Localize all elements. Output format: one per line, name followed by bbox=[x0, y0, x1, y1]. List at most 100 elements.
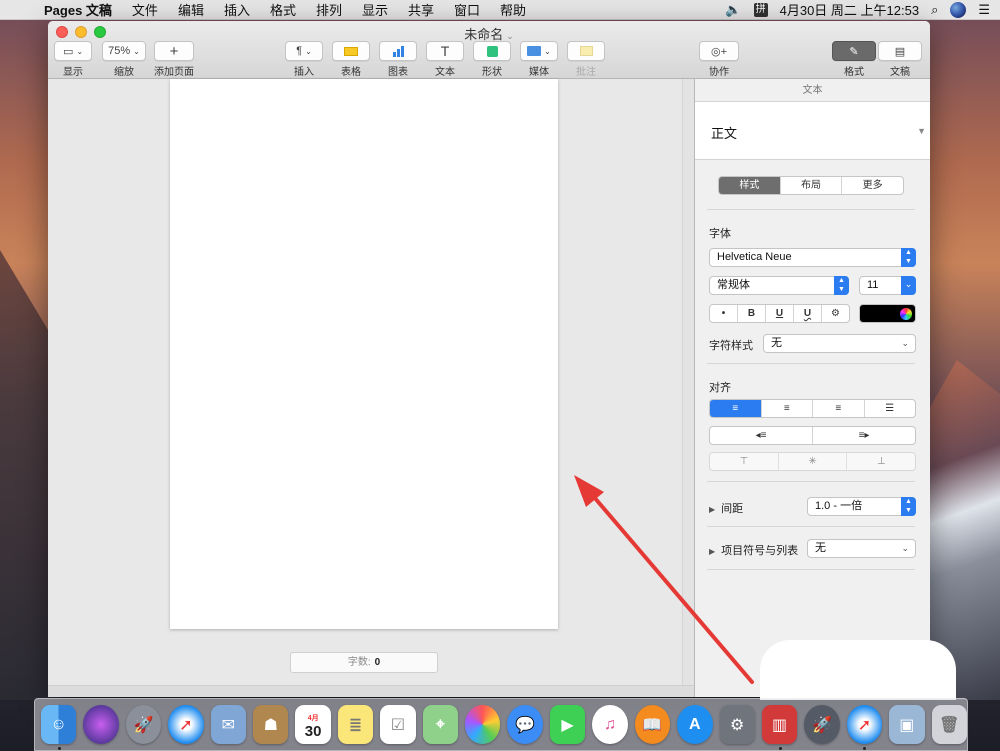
zoom-label: 缩放 bbox=[114, 67, 134, 78]
notes-icon[interactable]: ≣ bbox=[337, 705, 374, 744]
facetime-icon[interactable]: ▶ bbox=[549, 705, 586, 744]
increase-indent-icon[interactable]: ≡▸ bbox=[813, 427, 915, 444]
collaborate-button[interactable]: ◎+ bbox=[699, 41, 739, 61]
insert-button[interactable]: ¶ ⌄ bbox=[285, 41, 323, 61]
media-button[interactable]: ⌄ bbox=[520, 41, 558, 61]
spacing-select[interactable]: 1.0 - 一倍 ▲ ▼ bbox=[807, 497, 916, 516]
preview-icon[interactable]: ▣ bbox=[889, 705, 925, 744]
menu-window[interactable]: 窗口 bbox=[444, 0, 490, 19]
align-center-icon[interactable]: ≡ bbox=[762, 400, 813, 417]
gear-icon[interactable]: ⚙ bbox=[822, 305, 849, 322]
strikethrough-button[interactable]: U bbox=[794, 305, 822, 322]
tab-layout[interactable]: 布局 bbox=[781, 177, 843, 194]
plus-icon: + bbox=[169, 42, 179, 60]
menu-format[interactable]: 格式 bbox=[260, 0, 306, 19]
table-icon bbox=[344, 46, 358, 56]
font-size-field[interactable]: 11 ⌄ bbox=[859, 276, 916, 295]
volume-icon[interactable]: 🔈 bbox=[725, 2, 741, 18]
ibooks-icon[interactable]: 📖 bbox=[634, 705, 671, 744]
text-format-buttons: • B U U ⚙ bbox=[709, 304, 850, 323]
underline-button[interactable]: U bbox=[766, 305, 794, 322]
contacts-icon[interactable]: ☗ bbox=[253, 705, 289, 744]
decrease-indent-icon[interactable]: ◂≡ bbox=[710, 427, 813, 444]
horizontal-scrollbar[interactable] bbox=[48, 685, 694, 697]
bullets-select[interactable]: 无 ⌄ bbox=[807, 539, 916, 558]
rocket-icon[interactable]: 🚀 bbox=[804, 705, 840, 744]
vertical-scrollbar[interactable] bbox=[682, 79, 694, 685]
spacing-section[interactable]: ▶ 间距 bbox=[709, 500, 743, 516]
char-style-select[interactable]: 无 ⌄ bbox=[763, 334, 916, 353]
word-count[interactable]: 字数: 0 bbox=[290, 652, 438, 673]
bold-button[interactable]: B bbox=[738, 305, 766, 322]
text-button[interactable]: T bbox=[426, 41, 464, 61]
document-page[interactable] bbox=[170, 79, 558, 629]
tab-more[interactable]: 更多 bbox=[842, 177, 903, 194]
itunes-icon[interactable]: ♫ bbox=[592, 705, 628, 744]
system-preferences-icon[interactable]: ⚙ bbox=[719, 705, 755, 744]
align-justify-icon[interactable]: ☰ bbox=[865, 400, 916, 417]
calendar-icon[interactable]: 4月 30 bbox=[295, 705, 331, 744]
menu-view[interactable]: 显示 bbox=[352, 0, 398, 19]
align-left-icon[interactable]: ≡ bbox=[710, 400, 762, 417]
document-label: 文稿 bbox=[890, 67, 910, 78]
maps-icon[interactable]: ⌖ bbox=[422, 705, 459, 744]
finder-icon[interactable]: ☺ bbox=[41, 705, 77, 750]
siri-icon[interactable] bbox=[83, 705, 119, 744]
photos-icon[interactable] bbox=[465, 705, 501, 744]
bullets-label: 项目符号与列表 bbox=[721, 545, 799, 557]
zoom-button[interactable]: 75% ⌄ bbox=[102, 41, 146, 61]
paragraph-style-selector[interactable]: 正文 ▼ bbox=[695, 102, 930, 160]
font-family-select[interactable]: Helvetica Neue ▲ ▼ bbox=[709, 248, 916, 267]
add-page-button[interactable]: + bbox=[154, 41, 194, 61]
app-store-icon[interactable]: A bbox=[677, 705, 713, 744]
menu-share[interactable]: 共享 bbox=[398, 0, 444, 19]
format-button[interactable]: ✎ bbox=[832, 41, 876, 61]
bullet-button[interactable]: • bbox=[710, 305, 738, 322]
parallels-icon[interactable]: ▥ bbox=[761, 705, 798, 750]
spotlight-search-icon[interactable]: ⌕ bbox=[931, 2, 938, 18]
text-color-well[interactable] bbox=[859, 304, 916, 323]
menu-help[interactable]: 帮助 bbox=[490, 0, 536, 19]
font-style-value: 常规体 bbox=[717, 279, 750, 291]
align-bottom-icon[interactable]: ⊥ bbox=[847, 453, 915, 470]
shape-button[interactable] bbox=[473, 41, 511, 61]
table-tool: 表格 bbox=[332, 41, 370, 78]
messages-icon[interactable]: 💬 bbox=[507, 705, 543, 744]
color-wheel-icon[interactable] bbox=[900, 308, 912, 320]
table-button[interactable] bbox=[332, 41, 370, 61]
font-style-select[interactable]: 常规体 ▲ ▼ bbox=[709, 276, 849, 295]
siri-icon[interactable] bbox=[950, 1, 967, 18]
collaborate-label: 协作 bbox=[709, 67, 729, 78]
tab-style[interactable]: 样式 bbox=[719, 177, 781, 194]
align-middle-icon[interactable]: ✳ bbox=[779, 453, 848, 470]
comment-button[interactable] bbox=[567, 41, 605, 61]
disclosure-triangle-icon: ▶ bbox=[709, 505, 716, 514]
clock[interactable]: 4月30日 周二 上午12:53 bbox=[780, 0, 919, 19]
table-label: 表格 bbox=[341, 67, 361, 78]
view-button[interactable]: ▭ ⌄ bbox=[54, 41, 92, 61]
trash-icon[interactable]: 🗑 bbox=[931, 705, 967, 744]
menu-insert[interactable]: 插入 bbox=[214, 0, 260, 19]
insert-label: 插入 bbox=[294, 67, 314, 78]
menu-file[interactable]: 文件 bbox=[122, 0, 168, 19]
document-canvas[interactable]: 字数: 0 bbox=[48, 79, 694, 697]
align-right-icon[interactable]: ≡ bbox=[813, 400, 865, 417]
launchpad-icon[interactable]: 🚀 bbox=[125, 705, 162, 744]
menu-app-name[interactable]: Pages 文稿 bbox=[40, 0, 122, 19]
chart-button[interactable] bbox=[379, 41, 417, 61]
safari-icon[interactable]: ➚ bbox=[846, 705, 883, 750]
reminders-icon[interactable]: ☑ bbox=[380, 705, 416, 744]
comment-tool: 批注 bbox=[567, 41, 605, 78]
mail-icon[interactable]: ✉ bbox=[210, 705, 247, 744]
safari-icon[interactable]: ➚ bbox=[168, 705, 204, 744]
menu-arrange[interactable]: 排列 bbox=[306, 0, 352, 19]
align-top-icon[interactable]: ⊤ bbox=[710, 453, 779, 470]
notification-center-icon[interactable]: ☰ bbox=[978, 2, 990, 18]
bullets-section[interactable]: ▶ 项目符号与列表 bbox=[709, 542, 798, 558]
title-bar: 未命名 ⌄ ▭ ⌄ 显示 75% ⌄ 缩放 + 添加页面 ¶ ⌄ 插入 表格 图… bbox=[48, 21, 930, 79]
add-page-label: 添加页面 bbox=[154, 67, 194, 78]
document-button[interactable]: ▤ bbox=[878, 41, 922, 61]
menu-edit[interactable]: 编辑 bbox=[168, 0, 214, 19]
chevron-down-icon: ⌄ bbox=[506, 31, 514, 41]
input-method-icon[interactable]: 拼 bbox=[753, 2, 768, 17]
